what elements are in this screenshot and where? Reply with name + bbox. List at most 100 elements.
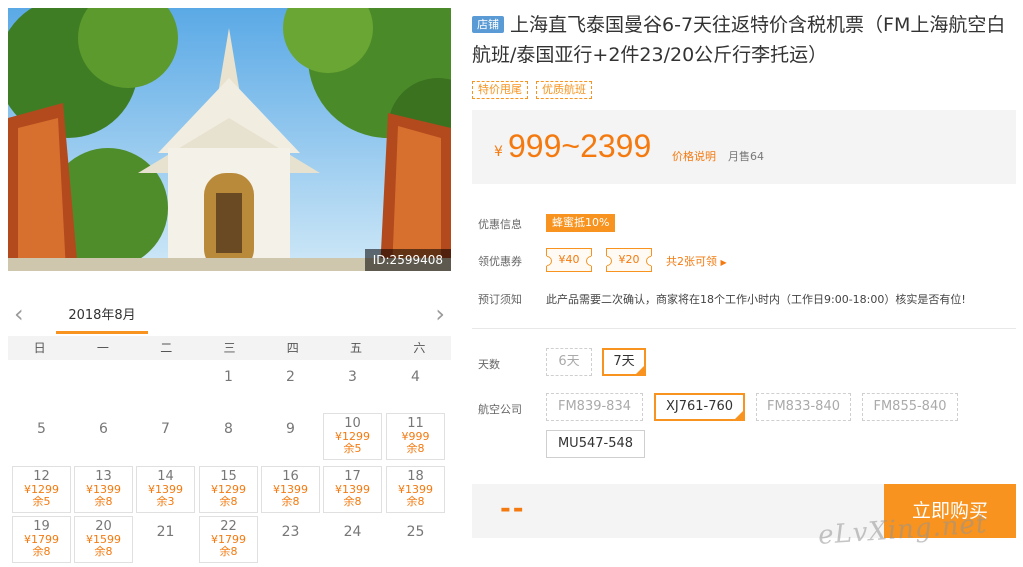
calendar-day[interactable]: 17 ¥1399 余8 bbox=[323, 466, 382, 513]
calendar-day[interactable]: 20 ¥1599 余8 bbox=[74, 516, 133, 563]
airline-option-fm855[interactable]: FM855-840 bbox=[862, 393, 958, 421]
calendar-day: 7 bbox=[136, 413, 195, 460]
days-label: 天数 bbox=[478, 358, 500, 371]
calendar-day-number: 13 bbox=[95, 469, 112, 484]
calendar-day-number: 11 bbox=[407, 416, 424, 431]
calendar-day-number: 22 bbox=[220, 519, 237, 534]
calendar-day[interactable]: 19 ¥1799 余8 bbox=[12, 516, 71, 563]
airline-label: 航空公司 bbox=[478, 403, 522, 416]
calendar-day-number: 12 bbox=[33, 469, 50, 484]
calendar-day[interactable]: 15 ¥1299 余8 bbox=[199, 466, 258, 513]
weekday-label: 六 bbox=[413, 341, 426, 355]
weekday-label: 日 bbox=[33, 341, 46, 355]
calendar-day: 4 bbox=[386, 361, 445, 408]
airline-option-fm839[interactable]: FM839-834 bbox=[546, 393, 643, 421]
calendar-day-number: 17 bbox=[344, 469, 361, 484]
calendar-day: 5 bbox=[12, 413, 71, 460]
calendar-day: 21 bbox=[136, 516, 195, 563]
calendar-day: 6 bbox=[74, 413, 133, 460]
calendar-day-number: 7 bbox=[161, 421, 170, 437]
coupon-20[interactable]: ¥20 bbox=[606, 248, 652, 272]
calendar-day-number: 19 bbox=[33, 519, 50, 534]
product-tag: 优质航班 bbox=[536, 81, 592, 99]
weekday-label: 二 bbox=[160, 341, 173, 355]
calendar-day: 3 bbox=[323, 361, 382, 408]
product-title: 店铺 上海直飞泰国曼谷6-7天往返特价含税机票（FM上海航空白航班/泰国亚行+2件… bbox=[472, 10, 1020, 70]
product-title-text: 上海直飞泰国曼谷6-7天往返特价含税机票（FM上海航空白航班/泰国亚行+2件23… bbox=[472, 14, 1006, 66]
coupon-more-link[interactable]: 共2张可领 ▶ bbox=[666, 253, 727, 269]
calendar-header: ‹ 2018年8月 › bbox=[8, 296, 451, 336]
airline-option-fm833[interactable]: FM833-840 bbox=[756, 393, 851, 421]
calendar-day[interactable]: 12 ¥1299 余5 bbox=[12, 466, 71, 513]
calendar-day-number: 2 bbox=[286, 369, 295, 385]
promo-label: 优惠信息 bbox=[478, 218, 522, 231]
calendar-day: 1 bbox=[199, 361, 258, 408]
chevron-left-icon[interactable]: ‹ bbox=[14, 302, 24, 326]
calendar-day[interactable]: 22 ¥1799 余8 bbox=[199, 516, 258, 563]
total-price: -- bbox=[500, 494, 526, 524]
calendar-day-stock: 余8 bbox=[406, 495, 425, 508]
calendar-day-stock: 余8 bbox=[32, 545, 51, 558]
triangle-right-icon: ▶ bbox=[720, 258, 727, 267]
days-option-7[interactable]: 7天 bbox=[602, 348, 646, 376]
calendar-day[interactable]: 18 ¥1399 余8 bbox=[386, 466, 445, 513]
calendar-day-stock: 余8 bbox=[343, 495, 362, 508]
product-image: ID:2599408 bbox=[8, 8, 451, 271]
calendar-day: 25 bbox=[386, 516, 445, 563]
weekday-label: 一 bbox=[96, 341, 109, 355]
calendar-day: 9 bbox=[261, 413, 320, 460]
calendar-day-number: 14 bbox=[157, 469, 174, 484]
booking-notice: 此产品需要二次确认，商家将在18个工作小时内（工作日9:00-18:00）核实是… bbox=[546, 293, 966, 306]
calendar-month: 2018年8月 bbox=[68, 308, 136, 323]
calendar-weekday-row: 日 一 二 三 四 五 六 bbox=[8, 336, 451, 360]
weekday-label: 三 bbox=[223, 341, 236, 355]
shop-badge: 店铺 bbox=[472, 16, 504, 33]
calendar-day[interactable]: 16 ¥1399 余8 bbox=[261, 466, 320, 513]
booking-label: 预订须知 bbox=[478, 293, 522, 306]
calendar-day-number: 5 bbox=[37, 421, 46, 437]
price-range: 999~2399 bbox=[508, 128, 652, 164]
calendar-day-stock: 余5 bbox=[343, 442, 362, 455]
calendar-day[interactable]: 13 ¥1399 余8 bbox=[74, 466, 133, 513]
divider bbox=[472, 328, 1016, 329]
calendar-day-number: 16 bbox=[282, 469, 299, 484]
calendar-day-number: 6 bbox=[99, 421, 108, 437]
calendar-day-number: 15 bbox=[220, 469, 237, 484]
calendar-month-underline bbox=[56, 331, 148, 334]
temple-illustration bbox=[8, 8, 451, 271]
product-tag: 特价甩尾 bbox=[472, 81, 528, 99]
calendar-day-number: 1 bbox=[224, 369, 233, 385]
calendar-day-stock: 余8 bbox=[94, 545, 113, 558]
calendar-day-stock: 余8 bbox=[219, 495, 238, 508]
calendar-day: 8 bbox=[199, 413, 258, 460]
product-tags: 特价甩尾 优质航班 bbox=[472, 81, 592, 99]
calendar-day-number: 8 bbox=[224, 421, 233, 437]
calendar-day-number: 18 bbox=[407, 469, 424, 484]
days-option-6[interactable]: 6天 bbox=[546, 348, 592, 376]
coupon-40[interactable]: ¥40 bbox=[546, 248, 592, 272]
calendar-day[interactable]: 11 ¥999 余8 bbox=[386, 413, 445, 460]
coupon-label: 领优惠券 bbox=[478, 255, 522, 268]
monthly-sales: 月售64 bbox=[728, 150, 764, 163]
calendar-day-number: 20 bbox=[95, 519, 112, 534]
calendar-day[interactable]: 10 ¥1299 余5 bbox=[323, 413, 382, 460]
airline-option-mu547[interactable]: MU547-548 bbox=[546, 430, 645, 458]
airline-option-xj761[interactable]: XJ761-760 bbox=[654, 393, 745, 421]
calendar-day-number: 10 bbox=[344, 416, 361, 431]
weekday-label: 四 bbox=[286, 341, 299, 355]
price-note-link[interactable]: 价格说明 bbox=[672, 148, 716, 164]
chevron-right-icon[interactable]: › bbox=[435, 302, 445, 326]
calendar-day-number: 9 bbox=[286, 421, 295, 437]
promo-badge: 蜂蜜抵10% bbox=[546, 214, 616, 232]
calendar-day-stock: 余5 bbox=[32, 495, 51, 508]
calendar-day: 23 bbox=[261, 516, 320, 563]
calendar-day-stock: 余8 bbox=[406, 442, 425, 455]
weekday-label: 五 bbox=[350, 341, 363, 355]
image-id-label: ID:2599408 bbox=[364, 249, 451, 271]
calendar-day-number: 3 bbox=[348, 369, 357, 385]
calendar-day-stock: 余3 bbox=[156, 495, 175, 508]
calendar-day-number: 21 bbox=[156, 524, 175, 540]
currency-symbol: ¥ bbox=[494, 144, 503, 160]
coupon-more-text: 共2张可领 bbox=[666, 255, 717, 268]
calendar-day[interactable]: 14 ¥1399 余3 bbox=[136, 466, 195, 513]
